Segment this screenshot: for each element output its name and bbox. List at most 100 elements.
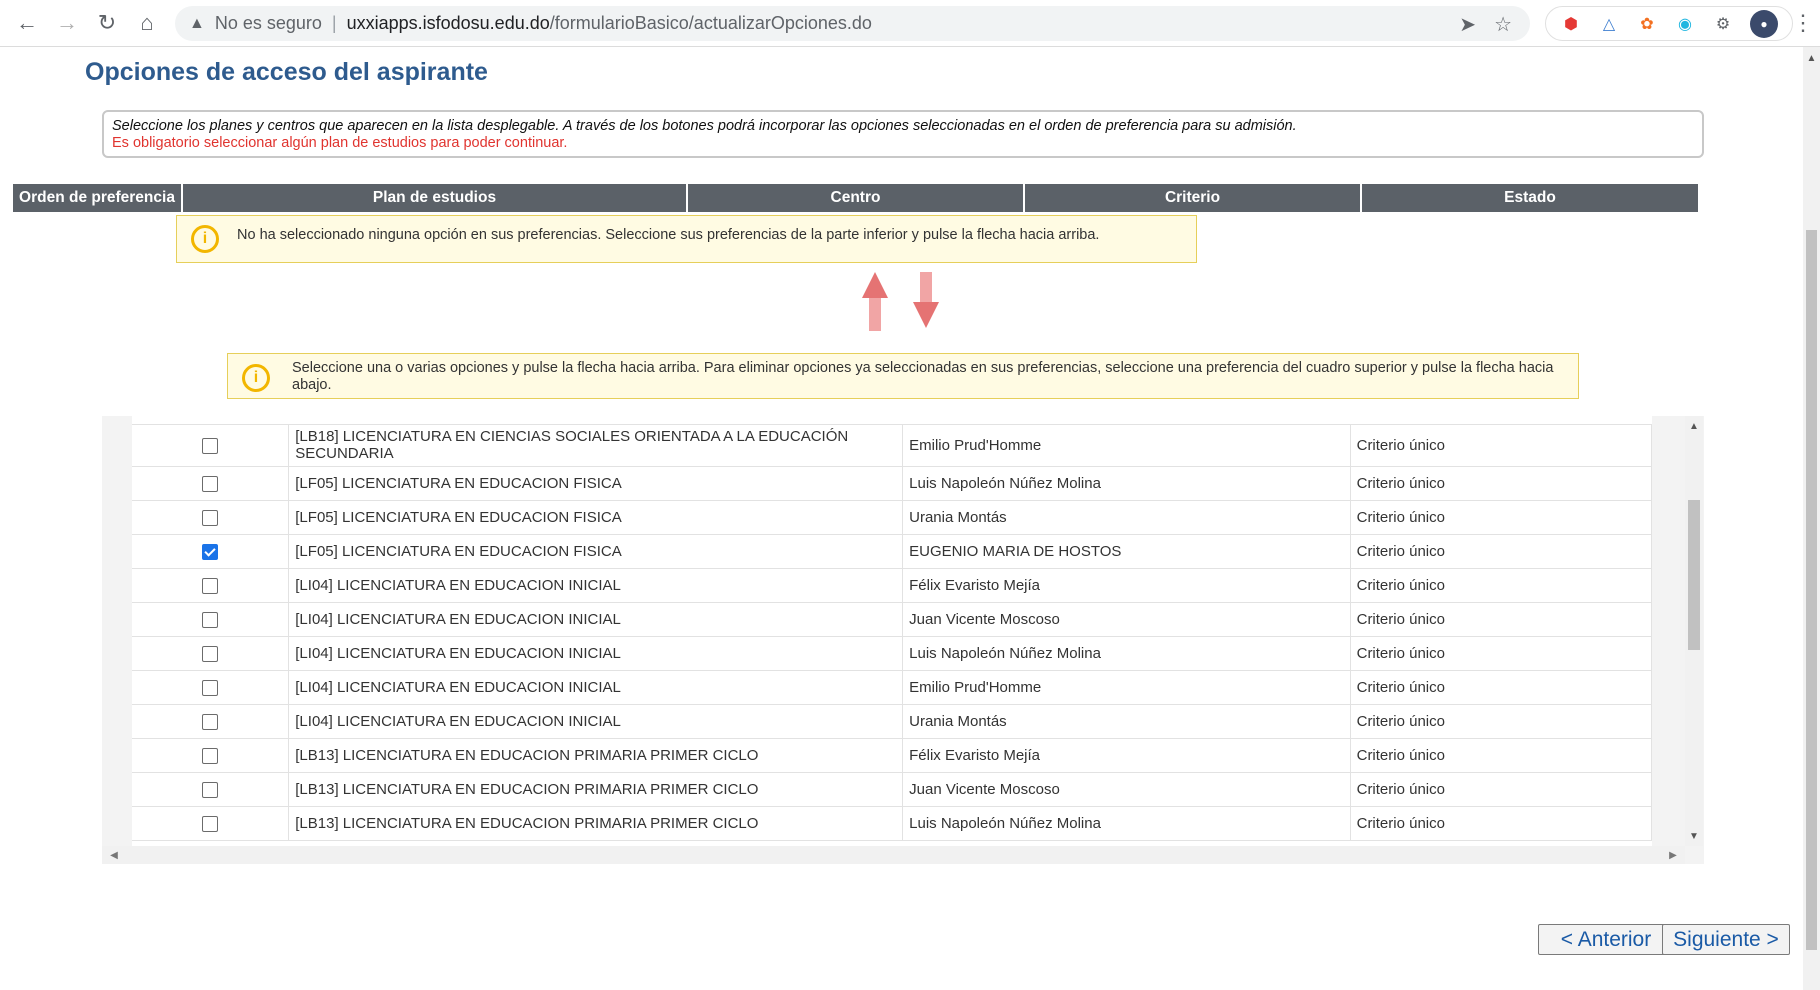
table-row: [LI04] LICENCIATURA EN EDUCACION INICIAL…: [132, 636, 1652, 671]
scroll-down-icon[interactable]: ▼: [1685, 828, 1703, 844]
table-row: [LB13] LICENCIATURA EN EDUCACION PRIMARI…: [132, 772, 1652, 807]
avatar[interactable]: ●: [1750, 9, 1778, 38]
plan-cell: [LI04] LICENCIATURA EN EDUCACION INICIAL: [288, 704, 904, 739]
extension-flame-icon[interactable]: ✿: [1636, 13, 1658, 35]
required-text: Es obligatorio seleccionar algún plan de…: [112, 135, 568, 151]
horizontal-scrollbar[interactable]: ◀ ▶: [102, 846, 1685, 864]
table-row: [LB13] LICENCIATURA EN EDUCACION PRIMARI…: [132, 738, 1652, 773]
options-notice-text: Seleccione una o varias opciones y pulse…: [292, 360, 1554, 393]
plan-cell: [LB13] LICENCIATURA EN EDUCACION PRIMARI…: [288, 738, 904, 773]
plan-cell: [LI04] LICENCIATURA EN EDUCACION INICIAL: [288, 568, 904, 603]
arrow-up-icon[interactable]: [862, 272, 888, 331]
preferences-header: Orden de preferencia Plan de estudios Ce…: [13, 184, 1698, 212]
warning-icon: i: [191, 225, 219, 253]
back-icon[interactable]: ←: [12, 8, 42, 38]
empty-notice-text: No ha seleccionado ninguna opción en sus…: [237, 227, 1100, 243]
centro-cell: Emilio Prud'Homme: [902, 425, 1351, 467]
header-centro: Centro: [688, 184, 1025, 212]
option-checkbox[interactable]: [202, 781, 219, 798]
star-icon[interactable]: ☆: [1494, 12, 1512, 37]
checkbox-cell: [132, 466, 290, 501]
url-path: /formularioBasico/actualizarOpciones.do: [549, 13, 872, 33]
plan-cell: [LB13] LICENCIATURA EN EDUCACION PRIMARI…: [288, 806, 904, 841]
options-list: [LB18] LICENCIATURA EN CIENCIAS SOCIALES…: [102, 416, 1704, 864]
centro-cell: EUGENIO MARIA DE HOSTOS: [902, 534, 1351, 569]
next-button[interactable]: Siguiente >: [1662, 924, 1790, 955]
header-estado: Estado: [1362, 184, 1698, 212]
option-checkbox[interactable]: [202, 437, 219, 454]
adblock-extension-icon[interactable]: ⬢: [1560, 13, 1582, 35]
option-checkbox[interactable]: [202, 611, 219, 628]
empty-preferences-notice: i No ha seleccionado ninguna opción en s…: [176, 215, 1197, 263]
scroll-up-icon[interactable]: ▲: [1685, 418, 1703, 434]
criterio-cell: Criterio único: [1350, 602, 1652, 637]
scroll-left-icon[interactable]: ◀: [106, 846, 122, 864]
criterio-cell: Criterio único: [1350, 425, 1652, 467]
scroll-thumb[interactable]: [1688, 500, 1700, 650]
criterio-cell: Criterio único: [1350, 772, 1652, 807]
centro-cell: Urania Montás: [902, 704, 1351, 739]
browser-toolbar: ← → ↻ ⌂ ▲ No es seguro | uxxiapps.isfodo…: [0, 0, 1820, 47]
header-criterio: Criterio: [1025, 184, 1362, 212]
table-row: [LB18] LICENCIATURA EN CIENCIAS SOCIALES…: [132, 425, 1652, 467]
checkbox-cell: [132, 425, 290, 467]
page-scroll-thumb[interactable]: [1806, 230, 1817, 950]
send-icon[interactable]: ➤: [1459, 12, 1476, 37]
page-scrollbar[interactable]: ▲: [1803, 47, 1820, 990]
centro-cell: Emilio Prud'Homme: [902, 670, 1351, 705]
checkbox-cell: [132, 636, 290, 671]
menu-icon[interactable]: ⋮: [1792, 10, 1814, 36]
centro-cell: Luis Napoleón Núñez Molina: [902, 636, 1351, 671]
extension-swirl-icon[interactable]: ◉: [1674, 13, 1696, 35]
centro-cell: Félix Evaristo Mejía: [902, 568, 1351, 603]
options-scroll-area[interactable]: [LB18] LICENCIATURA EN CIENCIAS SOCIALES…: [132, 416, 1652, 846]
option-checkbox[interactable]: [202, 645, 219, 662]
option-checkbox[interactable]: [202, 815, 219, 832]
previous-button[interactable]: < Anterior: [1538, 924, 1674, 955]
plan-cell: [LI04] LICENCIATURA EN EDUCACION INICIAL: [288, 636, 904, 671]
extensions-icon[interactable]: ⚙: [1712, 13, 1734, 35]
option-checkbox[interactable]: [202, 713, 219, 730]
move-arrows: [862, 272, 939, 331]
criterio-cell: Criterio único: [1350, 670, 1652, 705]
page-title: Opciones de acceso del aspirante: [85, 58, 488, 86]
option-checkbox[interactable]: [202, 543, 219, 560]
page-scroll-up-icon[interactable]: ▲: [1803, 53, 1820, 64]
reload-icon[interactable]: ↻: [92, 8, 122, 38]
criterio-cell: Criterio único: [1350, 636, 1652, 671]
header-plan: Plan de estudios: [183, 184, 688, 212]
security-label: No es seguro: [214, 13, 322, 33]
address-bar[interactable]: ▲ No es seguro | uxxiapps.isfodosu.edu.d…: [175, 6, 1530, 41]
centro-cell: Juan Vicente Moscoso: [902, 602, 1351, 637]
vertical-scrollbar[interactable]: ▲ ▼: [1685, 416, 1703, 846]
scroll-right-icon[interactable]: ▶: [1665, 846, 1681, 864]
option-checkbox[interactable]: [202, 475, 219, 492]
checkbox-cell: [132, 772, 290, 807]
table-row: [LF05] LICENCIATURA EN EDUCACION FISICA E…: [132, 534, 1652, 569]
table-row: [LI04] LICENCIATURA EN EDUCACION INICIAL…: [132, 602, 1652, 637]
info-text: Seleccione los planes y centros que apar…: [112, 118, 1297, 134]
options-table: [LB18] LICENCIATURA EN CIENCIAS SOCIALES…: [132, 425, 1652, 841]
info-box: Seleccione los planes y centros que apar…: [102, 110, 1704, 158]
option-checkbox[interactable]: [202, 577, 219, 594]
option-checkbox[interactable]: [202, 509, 219, 526]
home-icon[interactable]: ⌂: [132, 8, 162, 38]
checkbox-cell: [132, 500, 290, 535]
option-checkbox[interactable]: [202, 679, 219, 696]
extension-triangle-icon[interactable]: △: [1598, 13, 1620, 35]
url-host: uxxiapps.isfodosu.edu.do: [346, 13, 550, 33]
criterio-cell: Criterio único: [1350, 738, 1652, 773]
plan-cell: [LI04] LICENCIATURA EN EDUCACION INICIAL: [288, 602, 904, 637]
table-row: [LF05] LICENCIATURA EN EDUCACION FISICA U…: [132, 500, 1652, 535]
warning-icon[interactable]: ▲: [189, 15, 205, 33]
table-row: [LI04] LICENCIATURA EN EDUCACION INICIAL…: [132, 568, 1652, 603]
arrow-down-icon[interactable]: [913, 272, 939, 328]
checkbox-cell: [132, 670, 290, 705]
plan-cell: [LF05] LICENCIATURA EN EDUCACION FISICA: [288, 500, 904, 535]
criterio-cell: Criterio único: [1350, 500, 1652, 535]
option-checkbox[interactable]: [202, 747, 219, 764]
checkbox-cell: [132, 704, 290, 739]
forward-icon[interactable]: →: [52, 8, 82, 38]
criterio-cell: Criterio único: [1350, 704, 1652, 739]
options-notice: i Seleccione una o varias opciones y pul…: [227, 353, 1579, 399]
